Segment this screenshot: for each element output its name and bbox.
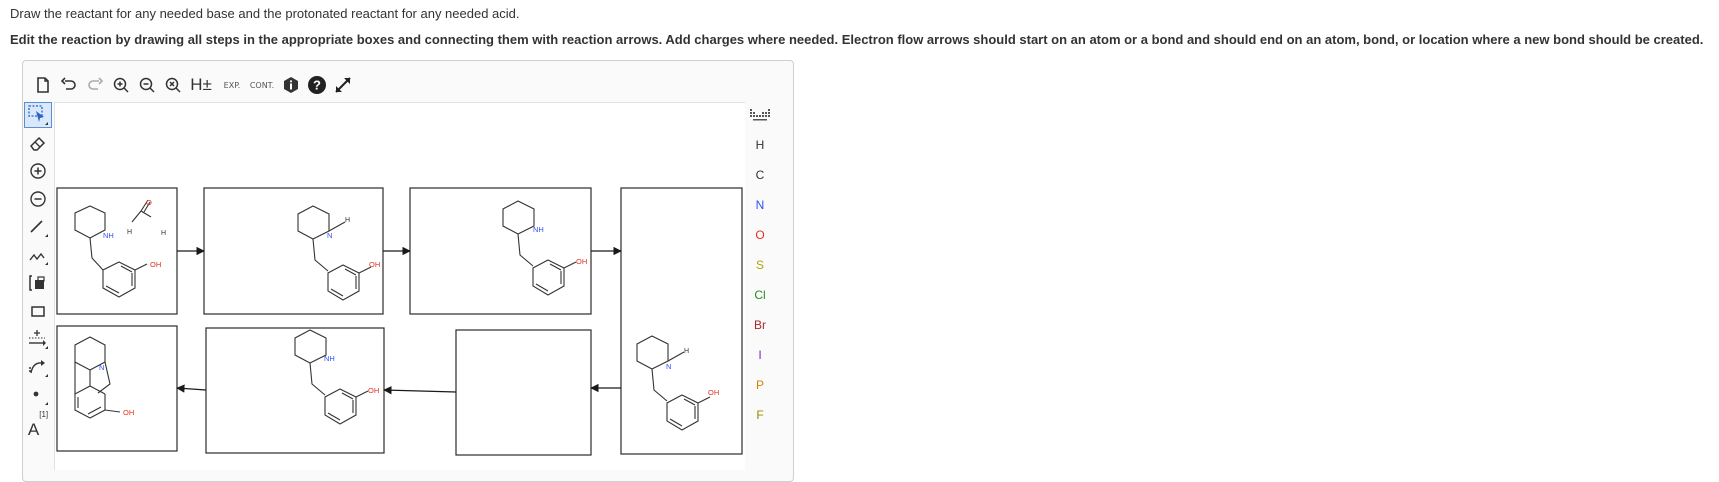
undo-icon	[60, 77, 76, 90]
help-button[interactable]: ?	[304, 72, 330, 98]
drawing-canvas[interactable]	[54, 102, 745, 470]
atom-label-o: O	[755, 228, 765, 242]
left-toolbar: A [1]	[24, 102, 52, 469]
reaction-arrow-tool-button[interactable]	[24, 326, 52, 352]
svg-text:?: ?	[313, 78, 321, 93]
template-tool-button[interactable]	[24, 270, 52, 296]
redo-icon	[88, 77, 104, 90]
zoom-reset-button[interactable]	[160, 72, 186, 98]
radical-dot-icon	[33, 391, 48, 405]
atom-button-o[interactable]: O	[745, 222, 775, 248]
instruction-line-1: Draw the reactant for any needed base an…	[10, 6, 520, 21]
zoom-out-icon	[139, 77, 155, 93]
bracket-template-icon	[29, 275, 45, 291]
atom-button-s[interactable]: S	[745, 252, 775, 278]
text-tool-label: A	[27, 420, 40, 439]
text-tool-button[interactable]: A [1]	[24, 406, 52, 440]
redo-button[interactable]	[82, 72, 108, 98]
curved-arrow-icon	[29, 360, 48, 377]
contract-label: CONT.	[249, 80, 275, 90]
atom-label-h: H	[755, 138, 765, 152]
fullscreen-button[interactable]	[330, 72, 356, 98]
atom-button-n[interactable]: N	[745, 192, 775, 218]
chain-icon	[29, 252, 48, 265]
positive-charge-button[interactable]	[24, 158, 52, 184]
text-tool-superscript: [1]	[39, 410, 49, 419]
rectangle-icon	[31, 306, 45, 317]
shape-tool-button[interactable]	[24, 298, 52, 324]
select-tool-button[interactable]	[24, 102, 52, 128]
atom-label-p: P	[755, 378, 764, 392]
periodic-table-button[interactable]	[745, 102, 775, 128]
expand-button[interactable]: EXP.	[218, 72, 246, 98]
atom-label-br: Br	[754, 318, 766, 332]
info-button[interactable]	[278, 72, 304, 98]
atom-button-i[interactable]: I	[745, 342, 775, 368]
info-icon	[284, 77, 298, 93]
atom-button-br[interactable]: Br	[745, 312, 775, 338]
periodic-table-icon	[750, 109, 770, 121]
eraser-icon	[30, 136, 46, 151]
fullscreen-icon	[335, 77, 351, 93]
atom-toolbar: H C N O S Cl Br I P F	[745, 102, 775, 469]
instruction-line-2: Edit the reaction by drawing all steps i…	[10, 32, 1704, 47]
single-bond-tool-button[interactable]	[24, 214, 52, 240]
help-icon: ?	[308, 76, 326, 94]
chain-tool-button[interactable]	[24, 242, 52, 268]
atom-label-n: N	[755, 198, 765, 212]
electron-flow-arrow-button[interactable]	[24, 354, 52, 380]
zoom-in-button[interactable]	[108, 72, 134, 98]
expand-label: EXP.	[223, 80, 241, 90]
plus-circle-icon	[30, 163, 46, 179]
atom-button-p[interactable]: P	[745, 372, 775, 398]
atom-label-cl: Cl	[754, 288, 766, 302]
single-bond-icon	[30, 220, 48, 237]
new-document-icon	[37, 77, 49, 93]
negative-charge-button[interactable]	[24, 186, 52, 212]
zoom-in-icon	[113, 77, 129, 93]
hydrogen-toggle-button[interactable]: H±	[186, 72, 216, 98]
new-document-button[interactable]	[30, 72, 56, 98]
lasso-select-icon	[28, 105, 48, 125]
atom-button-f[interactable]: F	[745, 402, 775, 428]
atom-button-c[interactable]: C	[745, 162, 775, 188]
hydrogen-toggle-label: H±	[190, 75, 212, 94]
reaction-arrow-icon	[29, 330, 48, 349]
atom-label-s: S	[755, 258, 764, 272]
atom-label-f: F	[756, 408, 764, 422]
atom-label-c: C	[755, 168, 765, 182]
top-toolbar: H± EXP. CONT. ?	[30, 72, 780, 98]
undo-button[interactable]	[56, 72, 82, 98]
contract-button[interactable]: CONT.	[246, 72, 278, 98]
atom-label-i: I	[758, 348, 762, 362]
radical-tool-button[interactable]	[24, 382, 52, 408]
zoom-out-button[interactable]	[134, 72, 160, 98]
atom-button-h[interactable]: H	[745, 132, 775, 158]
zoom-reset-icon	[165, 77, 181, 93]
eraser-tool-button[interactable]	[24, 130, 52, 156]
minus-circle-icon	[30, 191, 46, 207]
atom-button-cl[interactable]: Cl	[745, 282, 775, 308]
